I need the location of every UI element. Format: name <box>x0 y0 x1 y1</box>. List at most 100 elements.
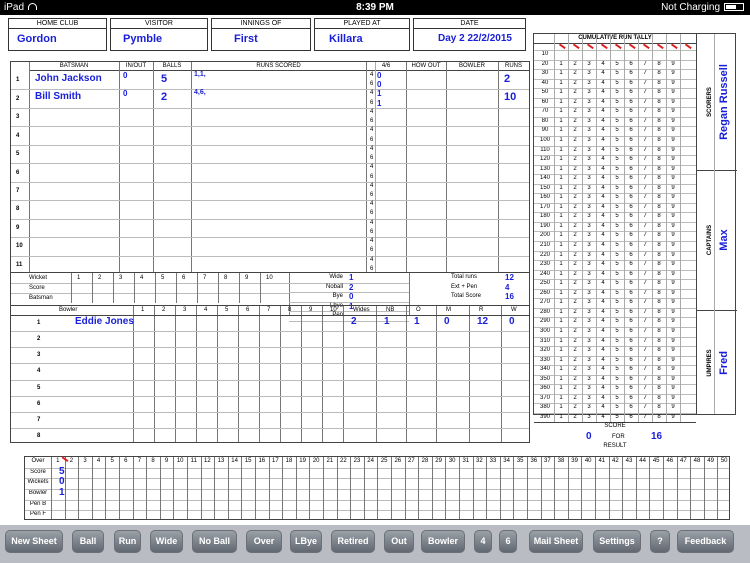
tally-cell[interactable]: 2 <box>568 375 582 385</box>
out-button[interactable]: Out <box>384 530 414 553</box>
tally-cell[interactable]: 3 <box>582 279 596 289</box>
tally-cell[interactable]: 7 <box>638 337 652 347</box>
tally-cell[interactable]: 3 <box>582 413 596 423</box>
tally-cell[interactable]: 2 <box>568 308 582 318</box>
for-value[interactable]: 16 <box>651 431 662 442</box>
tally-cell[interactable]: 8 <box>652 98 666 108</box>
tally-cell[interactable]: 1 <box>554 146 568 156</box>
tally-cell[interactable]: 8 <box>652 107 666 117</box>
tally-cell[interactable]: 1 <box>554 212 568 222</box>
batsman-name[interactable]: John Jackson <box>35 73 102 84</box>
overs-value[interactable]: 0 <box>59 476 65 487</box>
side-captain-value[interactable]: Max <box>718 200 730 280</box>
tally-cell[interactable]: 4 <box>596 165 610 175</box>
tally-cell[interactable]: 8 <box>652 184 666 194</box>
tally-cell[interactable]: 3 <box>582 126 596 136</box>
tally-cell[interactable]: 9 <box>666 270 680 280</box>
tally-cell[interactable]: 6 <box>624 165 638 175</box>
tally-cell[interactable]: 1 <box>554 403 568 413</box>
tally-cell[interactable]: 5 <box>610 251 624 261</box>
tally-cell[interactable]: 9 <box>666 107 680 117</box>
tally-cell[interactable]: 7 <box>638 193 652 203</box>
tally-cell[interactable]: 4 <box>596 260 610 270</box>
tally-cell[interactable]: 5 <box>610 241 624 251</box>
tally-cell[interactable]: 7 <box>638 298 652 308</box>
tally-cell[interactable]: 6 <box>624 270 638 280</box>
tally-cell[interactable]: 2 <box>568 174 582 184</box>
tally-cell[interactable]: 2 <box>568 222 582 232</box>
tally-cell[interactable]: 9 <box>666 155 680 165</box>
tally-cell[interactable]: 7 <box>638 222 652 232</box>
over-button[interactable]: Over <box>246 530 282 553</box>
tally-cell[interactable]: 9 <box>666 69 680 79</box>
tally-cell[interactable]: 1 <box>554 98 568 108</box>
tally-cell[interactable]: 9 <box>666 193 680 203</box>
tally-cell[interactable]: 9 <box>666 327 680 337</box>
tally-cell[interactable]: 1 <box>554 165 568 175</box>
tally-cell[interactable]: 2 <box>568 231 582 241</box>
6-button[interactable]: 6 <box>499 530 517 553</box>
tally-cell[interactable]: 1 <box>554 88 568 98</box>
tally-cell[interactable]: 9 <box>666 222 680 232</box>
tally-cell[interactable]: 7 <box>638 384 652 394</box>
tally-cell[interactable]: 3 <box>582 203 596 213</box>
bowler-name[interactable]: Eddie Jones <box>75 316 134 327</box>
no-ball-button[interactable]: No Ball <box>192 530 237 553</box>
tally-cell[interactable]: 6 <box>624 193 638 203</box>
tally-cell[interactable]: 9 <box>666 174 680 184</box>
tally-cell[interactable]: 9 <box>666 79 680 89</box>
tally-cell[interactable]: 3 <box>582 98 596 108</box>
tally-cell[interactable]: 3 <box>582 308 596 318</box>
tally-cell[interactable]: 6 <box>624 346 638 356</box>
tally-cell[interactable]: 2 <box>568 298 582 308</box>
tally-cell[interactable]: 8 <box>652 155 666 165</box>
tally-cell[interactable]: 6 <box>624 117 638 127</box>
tally-cell[interactable]: 9 <box>666 337 680 347</box>
tally-cell[interactable]: 6 <box>624 356 638 366</box>
tally-cell[interactable]: 2 <box>568 165 582 175</box>
tally-cell[interactable]: 4 <box>596 241 610 251</box>
tally-cell[interactable]: 9 <box>666 241 680 251</box>
mail-sheet-button[interactable]: Mail Sheet <box>529 530 583 553</box>
tally-cell[interactable]: 1 <box>554 222 568 232</box>
tally-cell[interactable]: 7 <box>638 69 652 79</box>
tally-cell[interactable]: 7 <box>638 155 652 165</box>
tally-cell[interactable]: 5 <box>610 107 624 117</box>
tally-cell[interactable]: 6 <box>624 413 638 423</box>
tally-cell[interactable]: 4 <box>596 184 610 194</box>
tally-cell[interactable]: 5 <box>610 222 624 232</box>
tally-cell[interactable]: 4 <box>596 98 610 108</box>
tally-cell[interactable]: 2 <box>568 413 582 423</box>
date-box[interactable]: DATE Day 2 22/2/2015 <box>413 18 526 51</box>
tally-cell[interactable]: 3 <box>582 165 596 175</box>
tally-cell[interactable]: 1 <box>554 270 568 280</box>
tally-cell[interactable]: 8 <box>652 413 666 423</box>
tally-cell[interactable]: 9 <box>666 146 680 156</box>
tally-cell[interactable]: 4 <box>596 317 610 327</box>
tally-cell[interactable]: 3 <box>582 155 596 165</box>
tally-cell[interactable]: 5 <box>610 375 624 385</box>
tally-cell[interactable]: 5 <box>610 327 624 337</box>
tally-cell[interactable]: 9 <box>666 308 680 318</box>
feedback-button[interactable]: Feedback <box>677 530 734 553</box>
tally-cell[interactable]: 5 <box>610 203 624 213</box>
tally-cell[interactable]: 2 <box>568 88 582 98</box>
tally-cell[interactable]: 6 <box>624 394 638 404</box>
tally-cell[interactable]: 6 <box>624 212 638 222</box>
tally-cell[interactable]: 1 <box>554 155 568 165</box>
tally-cell[interactable]: 7 <box>638 403 652 413</box>
tally-cell[interactable]: 4 <box>596 384 610 394</box>
side-scorer-value[interactable]: Regan Russell <box>718 62 730 142</box>
tally-cell[interactable]: 1 <box>554 231 568 241</box>
tally-cell[interactable]: 4 <box>596 212 610 222</box>
tally-cell[interactable]: 8 <box>652 136 666 146</box>
tally-cell[interactable]: 6 <box>624 88 638 98</box>
tally-cell[interactable]: 7 <box>638 413 652 423</box>
tally-cell[interactable]: 7 <box>638 260 652 270</box>
tally-cell[interactable]: 4 <box>596 413 610 423</box>
tally-cell[interactable]: 5 <box>610 308 624 318</box>
tally-cell[interactable]: 9 <box>666 403 680 413</box>
tally-cell[interactable]: 4 <box>596 289 610 299</box>
tally-cell[interactable]: 7 <box>638 79 652 89</box>
tally-cell[interactable]: 6 <box>624 60 638 70</box>
